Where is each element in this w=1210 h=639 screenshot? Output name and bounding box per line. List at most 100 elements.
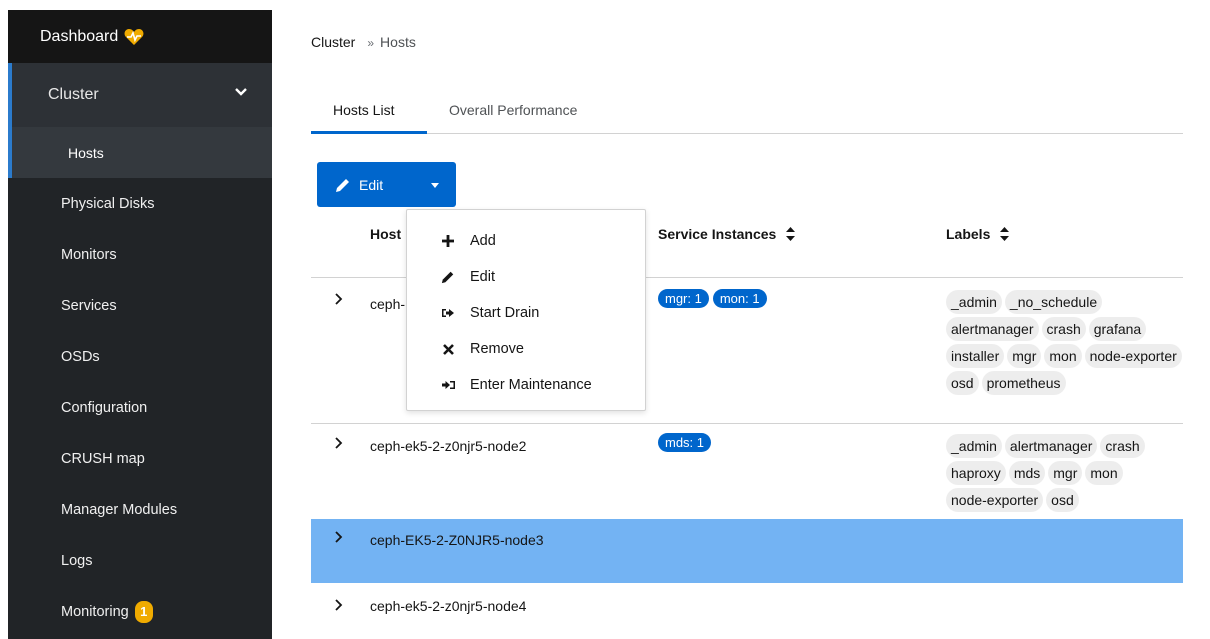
sidebar-group-cluster: Cluster Hosts	[8, 63, 272, 178]
hostname-cell: ceph-ek5-2-z0njr5-node4	[370, 598, 527, 614]
breadcrumb-separator: »	[367, 36, 375, 50]
tab-overall-performance[interactable]: Overall Performance	[427, 96, 599, 134]
edit-button[interactable]: Edit	[317, 162, 413, 207]
label-tag: alertmanager	[946, 317, 1039, 341]
sidebar-item-manager-modules[interactable]: Manager Modules	[8, 484, 272, 535]
sidebar-item-label: Monitoring	[61, 603, 129, 620]
label-tag: mgr	[1048, 461, 1083, 485]
service-badge: mds: 1	[658, 433, 712, 452]
label-tag: alertmanager	[1004, 434, 1098, 458]
sidebar-item-label: Hosts	[68, 144, 104, 161]
sidebar-item-label: Logs	[61, 552, 93, 569]
plus-icon	[441, 234, 455, 248]
label-tag: node-exporter	[946, 488, 1044, 512]
edit-dropdown-menu: Add Edit Start Drain Remove Enter Mainte…	[406, 209, 646, 411]
breadcrumb-current: Hosts	[380, 34, 416, 50]
dashboard-link[interactable]: Dashboard	[8, 10, 272, 63]
column-header-labels[interactable]: Labels	[946, 226, 1010, 242]
edit-button-label: Edit	[359, 176, 384, 193]
sort-icon	[1000, 227, 1010, 241]
tab-hosts-list[interactable]: Hosts List	[311, 96, 427, 134]
label-tag: _admin	[946, 290, 1002, 314]
edit-split-button: Edit	[317, 162, 456, 207]
sidebar-item-monitoring[interactable]: Monitoring 1	[8, 586, 272, 637]
sidebar-item-label: Monitors	[61, 246, 117, 263]
menu-item-label: Start Drain	[470, 305, 540, 321]
label-tag: mon	[1044, 344, 1082, 368]
edit-dropdown-toggle[interactable]	[413, 162, 456, 207]
label-tag: osd	[946, 371, 979, 395]
hostname-cell: ceph-ek5-2-z0njr5-node2	[370, 438, 527, 454]
sidebar: Dashboard Cluster Hosts Physical Disks M…	[8, 10, 272, 639]
breadcrumb: Cluster » Hosts	[311, 34, 416, 50]
menu-item-enter-maintenance[interactable]: Enter Maintenance	[407, 367, 645, 403]
sidebar-item-crush-map[interactable]: CRUSH map	[8, 433, 272, 484]
column-header-label: Labels	[946, 226, 991, 242]
sidebar-item-monitors[interactable]: Monitors	[8, 229, 272, 280]
label-tag: node-exporter	[1084, 344, 1182, 368]
chevron-right-icon[interactable]	[333, 293, 345, 305]
times-icon	[441, 342, 455, 356]
column-header-service-instances[interactable]: Service Instances	[658, 226, 796, 242]
label-tag: prometheus	[981, 371, 1066, 395]
tab-label: Overall Performance	[449, 102, 578, 118]
caret-down-icon	[430, 182, 439, 188]
labels-cell: _admin alertmanager crash haproxy mds mgr mon n…	[946, 434, 1196, 515]
sidebar-item-physical-disks[interactable]: Physical Disks	[8, 178, 272, 229]
sign-in-icon	[441, 378, 455, 392]
label-tag: _no_schedule	[1004, 290, 1103, 314]
sort-icon	[786, 227, 796, 241]
label-tag: osd	[1046, 488, 1079, 512]
label-tag: grafana	[1088, 317, 1147, 341]
sidebar-item-hosts[interactable]: Hosts	[12, 127, 272, 178]
sign-out-icon	[441, 306, 455, 320]
breadcrumb-cluster[interactable]: Cluster	[311, 34, 355, 50]
menu-item-edit[interactable]: Edit	[407, 259, 645, 295]
notification-badge: 1	[134, 600, 153, 623]
table-row-selected[interactable]	[311, 519, 1183, 583]
menu-item-start-drain[interactable]: Start Drain	[407, 295, 645, 331]
labels-cell: _admin _no_schedule alertmanager crash grafa…	[946, 290, 1196, 398]
service-instances-cell: mds: 1	[658, 433, 715, 452]
menu-item-label: Edit	[470, 269, 495, 285]
service-badge: mon: 1	[712, 289, 767, 308]
tab-label: Hosts List	[333, 102, 395, 118]
menu-item-label: Add	[470, 233, 496, 249]
dashboard-label: Dashboard	[40, 27, 119, 45]
menu-item-label: Remove	[470, 341, 524, 357]
label-tag: crash	[1100, 434, 1145, 458]
label-tag: mon	[1085, 461, 1123, 485]
label-tag: haproxy	[946, 461, 1006, 485]
sidebar-item-cluster[interactable]: Cluster	[12, 63, 272, 127]
row-divider	[311, 423, 1183, 424]
column-header-label: Host	[370, 226, 402, 242]
column-header-hostname[interactable]: Host	[370, 226, 401, 242]
sidebar-item-logs[interactable]: Logs	[8, 535, 272, 586]
sidebar-item-osds[interactable]: OSDs	[8, 331, 272, 382]
label-tag: _admin	[946, 434, 1002, 458]
sidebar-item-label: Physical Disks	[61, 195, 155, 212]
sidebar-item-label: CRUSH map	[61, 450, 145, 467]
service-badge: mgr: 1	[658, 289, 709, 308]
sidebar-item-label: Configuration	[61, 399, 148, 416]
label-tag: mds	[1008, 461, 1046, 485]
chevron-right-icon[interactable]	[333, 531, 345, 543]
label-tag: mgr	[1007, 344, 1042, 368]
chevron-right-icon[interactable]	[333, 437, 345, 449]
sidebar-item-label: OSDs	[61, 348, 100, 365]
sidebar-item-services[interactable]: Services	[8, 280, 272, 331]
hostname-cell: ceph-EK5-2-Z0NJR5-node3	[370, 532, 544, 548]
menu-item-add[interactable]: Add	[407, 223, 645, 259]
chevron-right-icon[interactable]	[333, 599, 345, 611]
chevron-down-icon	[235, 88, 247, 96]
pencil-icon	[336, 178, 349, 192]
sidebar-item-label: Services	[61, 297, 117, 314]
column-header-label: Service Instances	[658, 226, 777, 242]
label-tag: crash	[1041, 317, 1086, 341]
heart-pulse-icon	[124, 28, 144, 45]
tab-bar: Hosts List Overall Performance	[311, 96, 1183, 134]
menu-item-remove[interactable]: Remove	[407, 331, 645, 367]
service-instances-cell: mgr: 1 mon: 1	[658, 289, 771, 308]
hostname-cell: ceph-	[370, 296, 406, 312]
sidebar-item-configuration[interactable]: Configuration	[8, 382, 272, 433]
